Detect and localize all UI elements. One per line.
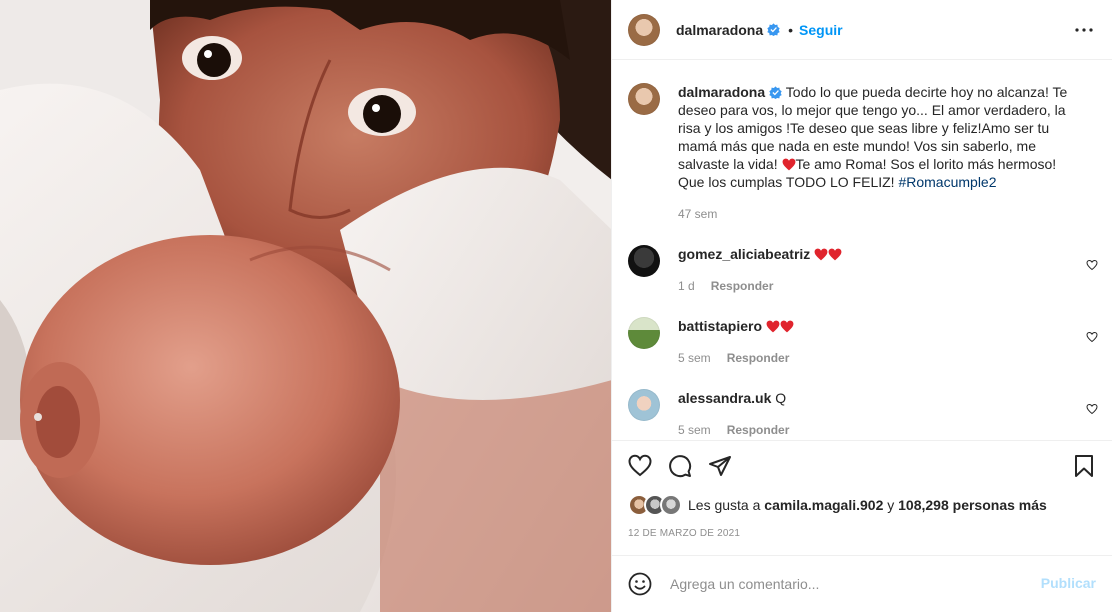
add-comment-bar: Publicar xyxy=(612,556,1112,612)
commenter-avatar[interactable] xyxy=(628,245,660,277)
comment-username[interactable]: gomez_aliciabeatriz xyxy=(678,246,810,262)
likes-text: Les gusta a camila.magali.902 y 108,298 … xyxy=(688,497,1047,513)
author-avatar[interactable] xyxy=(628,13,660,46)
likes-count[interactable]: 108,298 personas más xyxy=(898,497,1047,513)
comment-body: alessandra.uk Q 5 sem Responder xyxy=(678,389,1078,439)
red-heart-emoji-icon xyxy=(814,248,828,261)
publish-button[interactable]: Publicar xyxy=(1041,575,1096,591)
action-bar xyxy=(612,441,1112,491)
liker-avatars xyxy=(628,494,682,516)
comment-meta: 5 sem Responder xyxy=(678,349,1078,367)
comment-input[interactable] xyxy=(668,575,1012,593)
likes-summary[interactable]: Les gusta a camila.magali.902 y 108,298 … xyxy=(628,493,1047,517)
caption-time[interactable]: 47 sem xyxy=(678,205,717,223)
red-heart-emoji-icon xyxy=(780,320,794,333)
header-separator: • xyxy=(788,21,794,38)
likes-prefix: Les gusta a xyxy=(688,497,761,513)
comments-list[interactable]: dalmaradona Todo lo que pueda decirte ho… xyxy=(612,61,1112,439)
post-date[interactable]: 12 DE MARZO DE 2021 xyxy=(628,528,740,539)
post-photo[interactable] xyxy=(0,0,612,612)
comment-username[interactable]: alessandra.uk xyxy=(678,390,771,406)
verified-badge-icon xyxy=(767,23,780,36)
post-header: dalmaradona • Seguir xyxy=(612,0,1112,60)
reply-button[interactable]: Responder xyxy=(727,421,790,439)
commenter-avatar[interactable] xyxy=(628,317,660,349)
likes-connector: y xyxy=(887,497,895,513)
comment-time[interactable]: 5 sem xyxy=(678,421,711,439)
comment-username[interactable]: battistapiero xyxy=(678,318,762,334)
caption-meta: 47 sem xyxy=(678,205,1078,223)
post-side-panel: dalmaradona • Seguir dalmaradona Todo lo… xyxy=(612,0,1112,612)
like-comment-heart-icon[interactable] xyxy=(1086,259,1098,271)
reply-button[interactable]: Responder xyxy=(727,349,790,367)
comment-icon[interactable] xyxy=(668,454,692,478)
caption-author-avatar[interactable] xyxy=(628,83,660,115)
caption-body: dalmaradona Todo lo que pueda decirte ho… xyxy=(678,83,1078,223)
emoji-icon[interactable] xyxy=(628,572,652,596)
like-comment-heart-icon[interactable] xyxy=(1086,403,1098,415)
follow-button[interactable]: Seguir xyxy=(799,22,843,38)
comment-time[interactable]: 1 d xyxy=(678,277,695,295)
red-heart-emoji-icon xyxy=(766,320,780,333)
like-comment-heart-icon[interactable] xyxy=(1086,331,1098,343)
author-username[interactable]: dalmaradona xyxy=(676,22,763,38)
comment-meta: 1 d Responder xyxy=(678,277,1078,295)
bookmark-icon[interactable] xyxy=(1072,454,1096,478)
liker-avatar xyxy=(660,494,682,516)
heart-icon[interactable] xyxy=(628,454,652,478)
reply-button[interactable]: Responder xyxy=(711,277,774,295)
more-options-icon[interactable] xyxy=(1072,18,1096,42)
comment-meta: 5 sem Responder xyxy=(678,421,1078,439)
comment-body: battistapiero 5 sem Responder xyxy=(678,317,1078,367)
red-heart-emoji-icon xyxy=(828,248,842,261)
verified-badge-icon xyxy=(769,86,782,99)
post-photo-illustration xyxy=(0,0,612,612)
comment-time[interactable]: 5 sem xyxy=(678,349,711,367)
comment-body: gomez_aliciabeatriz 1 d Responder xyxy=(678,245,1078,295)
red-heart-emoji-icon xyxy=(782,158,795,171)
comment-text: Q xyxy=(775,390,787,406)
commenter-avatar[interactable] xyxy=(628,389,660,421)
caption-hashtag[interactable]: #Romacumple2 xyxy=(898,174,996,190)
caption-username[interactable]: dalmaradona xyxy=(678,84,765,100)
paper-plane-icon[interactable] xyxy=(708,454,732,478)
liker-username[interactable]: camila.magali.902 xyxy=(764,497,883,513)
